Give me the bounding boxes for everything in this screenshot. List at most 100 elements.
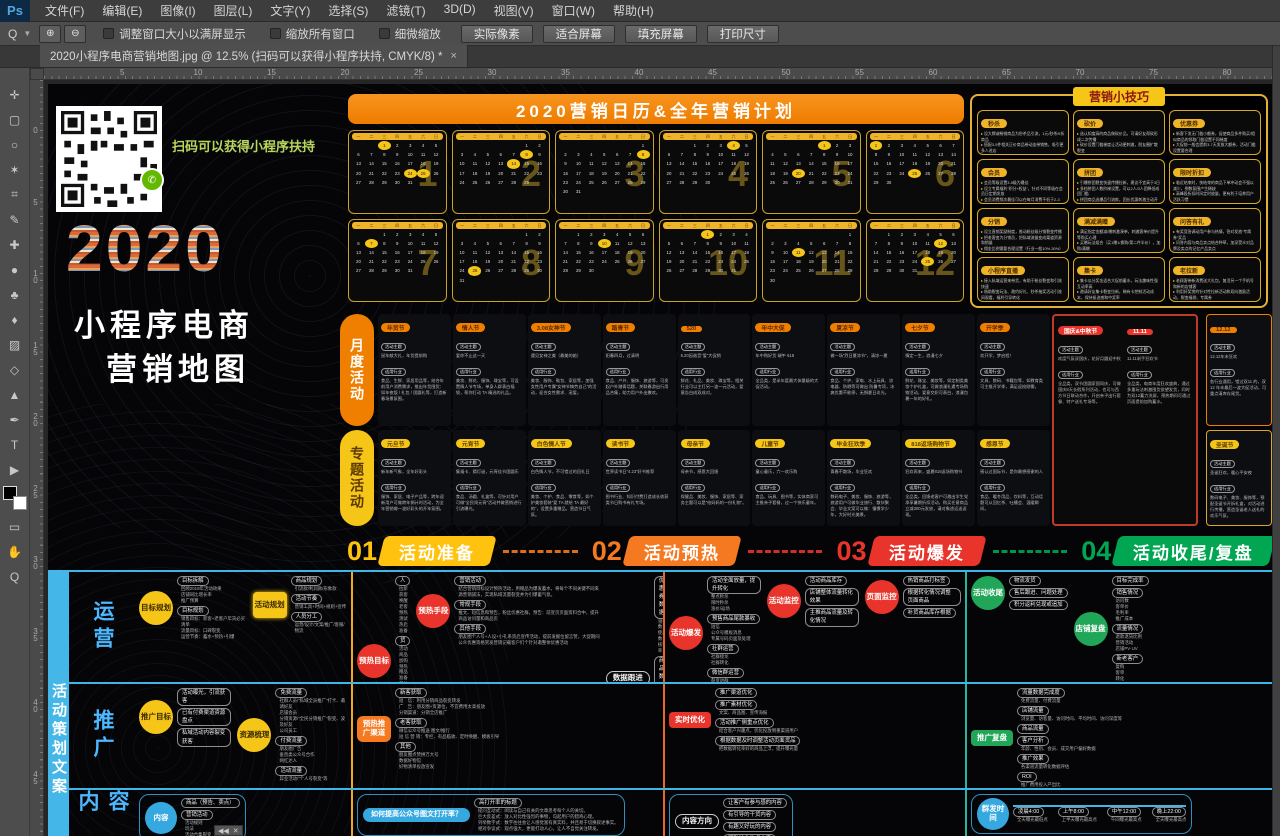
tool-icon[interactable]: ✎ — [2, 207, 28, 232]
option-checkbox[interactable]: 调整窗口大小以满屏显示 — [103, 26, 246, 42]
zoom-out-button[interactable]: ⊖ — [64, 25, 86, 43]
flow-branch: 其他手段朋友圈个人号+人设+小礼系资启宣传活动，提前发掘位留言赞，大促期间公众优… — [454, 624, 599, 646]
tool-icon[interactable]: ✒ — [2, 407, 28, 432]
calendar-day: 21 — [365, 257, 378, 266]
flow-section: 活动策划文案 运营目标规划目标拆解回顾2019年活动效果店铺同比增长率推广预算目… — [48, 570, 1272, 836]
calendar-day: 24 — [727, 257, 740, 266]
scrollbar-artifact[interactable]: ◀◀ ✕ — [214, 825, 243, 836]
scroll-left-icon[interactable]: ◀◀ — [218, 827, 229, 835]
tool-icon[interactable]: ◇ — [2, 357, 28, 382]
menu-item[interactable]: 帮助(H) — [604, 2, 663, 19]
tool-icon[interactable]: ✋ — [2, 539, 28, 564]
zoom-in-button[interactable]: ⊕ — [39, 25, 61, 43]
tool-icon[interactable]: T — [2, 432, 28, 457]
tool-icon[interactable]: ▲ — [2, 382, 28, 407]
tool-icon[interactable]: ⌗ — [2, 182, 28, 207]
flow-branch-label: 根据转化情况调整页面商品 — [903, 588, 961, 606]
flow-branch-label: 私域活动内容裂变获客 — [177, 728, 231, 746]
menu-item[interactable]: 3D(D) — [435, 2, 485, 19]
menu-item[interactable]: 编辑(E) — [93, 2, 151, 19]
calendar-day: 29 — [701, 266, 714, 275]
calendar-day: 1 — [378, 141, 391, 150]
tip-bullet: ▸利用好奖赏的针对性拉新活动和双向激励活动，裂变福袋、专属券 — [1173, 289, 1257, 300]
menu-item[interactable]: 文字(Y) — [261, 2, 319, 19]
calendar-day: 21 — [507, 169, 520, 178]
theme-label: 活动主题 — [606, 459, 631, 467]
calendar-day: 11 — [766, 159, 779, 168]
checkbox-box[interactable] — [103, 28, 114, 39]
option-button[interactable]: 打印尺寸 — [707, 25, 779, 43]
calendar-weekday-row: 一二三四五六日 — [352, 222, 443, 229]
tool-icon[interactable]: Q — [2, 564, 28, 589]
tab-close-icon[interactable]: × — [451, 50, 457, 62]
calendar-day: 31 — [908, 266, 921, 275]
calendar-day: 22 — [520, 169, 533, 178]
menu-item[interactable]: 选择(S) — [319, 2, 377, 19]
color-swatches[interactable] — [3, 486, 27, 510]
tool-icon[interactable]: ♦ — [2, 307, 28, 332]
theme-text: 鼠年献大礼，年货提前购 — [381, 353, 448, 359]
option-button[interactable]: 适合屏幕 — [543, 25, 615, 43]
flow-node-root: 店铺复盘 — [1074, 612, 1108, 646]
flow-group: 页面监控热销商品打标签根据转化情况调整页面商品补货商品库存根据 — [865, 576, 961, 618]
document-tab[interactable]: 2020小程序电商营销地图.jpg @ 12.5% (扫码可以获得小程序扶持, … — [40, 45, 468, 67]
bullet-icon: ▸ — [981, 246, 983, 251]
chevron-down-icon[interactable]: ▼ — [23, 29, 31, 38]
calendar-banner: 2020营销日历&全年营销计划 — [348, 94, 964, 124]
option-checkbox[interactable]: 缩放所有窗口 — [270, 26, 355, 42]
bullet-icon: ▸ — [981, 180, 983, 185]
tool-icon[interactable]: ✛ — [2, 82, 28, 107]
phase-number: 04 — [1081, 536, 1111, 566]
tool-icon[interactable]: ● — [2, 257, 28, 282]
tip-bullet: ▸问答内容与商品卖点结合种草，加深受众对品牌及卖点的记忆产品卖点 — [1173, 240, 1257, 251]
checkbox-box[interactable] — [270, 28, 281, 39]
calendar-day: 22 — [378, 257, 391, 266]
tool-icon[interactable]: ▢ — [2, 107, 28, 132]
document-canvas[interactable]: ✆ 扫码可以获得小程序扶持 2020 小程序电商 营销地图 2020营销日历&全… — [44, 80, 1272, 836]
menu-item[interactable]: 窗口(W) — [543, 2, 604, 19]
calendar-weekday-row: 一二三四五六日 — [663, 222, 754, 229]
menu-item[interactable]: 视图(V) — [485, 2, 543, 19]
tool-icon[interactable]: ▶ — [2, 457, 28, 482]
calendar-day: 11 — [585, 159, 598, 168]
option-checkbox[interactable]: 细微缩放 — [379, 26, 441, 42]
calendar-day: 22 — [688, 169, 701, 178]
menu-item[interactable]: 图层(L) — [205, 2, 262, 19]
flow-branch: 社群运营社群接龙社群转化 — [707, 644, 761, 666]
panel-dock-edge[interactable] — [1272, 46, 1280, 836]
zoom-tool-icon[interactable]: Q — [8, 27, 17, 41]
calendar-day: 6 — [792, 150, 805, 159]
menu-item[interactable]: 图像(I) — [151, 2, 204, 19]
ruler-horizontal[interactable]: 5101520253035404550556065707580 — [44, 68, 1272, 80]
ruler-number: 70 — [1076, 68, 1085, 77]
menu-item[interactable]: 滤镜(T) — [377, 2, 434, 19]
close-icon[interactable]: ✕ — [233, 827, 239, 835]
calendar-day: 17 — [727, 248, 740, 257]
tool-icon[interactable]: ○ — [2, 132, 28, 157]
background-color-swatch[interactable] — [13, 496, 27, 510]
flow-branch: 上午8:00上半天曝光最高点 — [1058, 807, 1097, 823]
tool-icon[interactable]: ▭ — [2, 514, 28, 539]
flow-branch-label: 货 — [395, 636, 410, 646]
tool-icon[interactable]: ♣ — [2, 282, 28, 307]
tip-bullet: ▸接入私域运营来带货，有助于粉丝裂变和引流快速 — [981, 278, 1065, 289]
menu-item[interactable]: 文件(F) — [36, 2, 93, 19]
calendar-day: 7 — [805, 150, 818, 159]
weekday-label: 日 — [947, 222, 960, 229]
calendar-day: 25 — [611, 257, 624, 266]
option-button[interactable]: 填充屏幕 — [625, 25, 697, 43]
checkbox-box[interactable] — [379, 28, 390, 39]
tool-icon[interactable]: ✶ — [2, 157, 28, 182]
tip-bullet: ▸引爆拼团裂变快速传播拉新，建议不宜高于3日 — [1077, 180, 1161, 186]
theme-text: 遇见女神之美（最美的她） — [531, 353, 598, 359]
empty-day — [507, 141, 520, 150]
activity-card-title: 白色情人节 — [531, 439, 572, 448]
calendar-day: 10 — [456, 248, 469, 257]
tool-icon[interactable]: ▨ — [2, 332, 28, 357]
ruler-vertical[interactable]: 05101520253035404550 — [30, 80, 44, 836]
flow-node-root: 内容方向 — [675, 814, 719, 829]
calendar-day: 28 — [507, 266, 520, 275]
option-button[interactable]: 实际像素 — [461, 25, 533, 43]
flow-group: 数据跟进优惠券数据领券数使用数核销率商品数据加购收藏量店铺数据访问数和浏览量客户… — [606, 576, 659, 682]
tool-icon[interactable]: ✚ — [2, 232, 28, 257]
